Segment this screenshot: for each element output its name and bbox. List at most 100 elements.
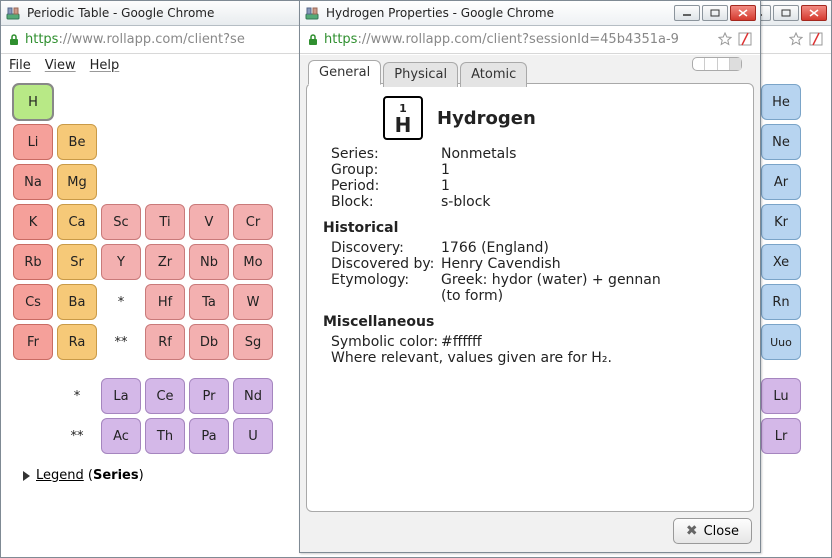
series-label: Series: <box>323 146 441 162</box>
element-Xe[interactable]: Xe <box>761 244 801 280</box>
element-Hf[interactable]: Hf <box>145 284 185 320</box>
popup-body: General Physical Atomic 1 H Hydrogen Ser… <box>300 55 760 552</box>
element-Ta[interactable]: Ta <box>189 284 229 320</box>
element-Lu[interactable]: Lu <box>761 378 801 414</box>
period-value: 1 <box>441 178 450 194</box>
block-label: Block: <box>323 194 441 210</box>
etymology-value: Greek: hydor (water) + gennan (to form) <box>441 272 661 304</box>
element-Ba[interactable]: Ba <box>57 284 97 320</box>
close-button[interactable] <box>730 5 756 21</box>
discovery-label: Discovery: <box>323 240 441 256</box>
element-Na[interactable]: Na <box>13 164 53 200</box>
lanthanide-row-marker: * <box>57 378 97 414</box>
extension-icon[interactable] <box>809 32 825 48</box>
extension-icon[interactable] <box>738 32 754 48</box>
element-Th[interactable]: Th <box>145 418 185 454</box>
maximize-button[interactable] <box>773 5 799 21</box>
popup-titlebar[interactable]: Hydrogen Properties - Google Chrome <box>300 1 760 26</box>
close-dialog-button[interactable]: ✖ Close <box>673 518 752 544</box>
element-Ce[interactable]: Ce <box>145 378 185 414</box>
maximize-button[interactable] <box>702 5 728 21</box>
popup-url[interactable]: https://www.rollapp.com/client?sessionId… <box>324 32 714 47</box>
element-Ac[interactable]: Ac <box>101 418 141 454</box>
popup-title: Hydrogen Properties - Google Chrome <box>326 6 674 20</box>
misc-note: Where relevant, values given are for H₂. <box>323 350 612 366</box>
popup-addressbar[interactable]: https://www.rollapp.com/client?sessionId… <box>300 26 760 54</box>
element-V[interactable]: V <box>189 204 229 240</box>
tabstrip: General Physical Atomic <box>308 59 529 84</box>
block-value: s-block <box>441 194 491 210</box>
element-Cr[interactable]: Cr <box>233 204 273 240</box>
discovery-value: 1766 (England) <box>441 240 549 256</box>
popup-window: Hydrogen Properties - Google Chrome http… <box>299 0 761 553</box>
discovered-by-label: Discovered by: <box>323 256 441 272</box>
element-Mo[interactable]: Mo <box>233 244 273 280</box>
lanthanide-marker: * <box>101 284 141 320</box>
element-Rn[interactable]: Rn <box>761 284 801 320</box>
color-value: #ffffff <box>441 334 482 350</box>
historical-heading: Historical <box>323 220 737 236</box>
menu-help[interactable]: Help <box>90 58 120 73</box>
element-H[interactable]: H <box>13 84 53 120</box>
tab-atomic[interactable]: Atomic <box>460 62 527 87</box>
series-value: Nonmetals <box>441 146 516 162</box>
element-La[interactable]: La <box>101 378 141 414</box>
actinide-marker: ** <box>101 324 141 360</box>
pager-widget[interactable] <box>692 57 742 71</box>
element-Rf[interactable]: Rf <box>145 324 185 360</box>
element-Ra[interactable]: Ra <box>57 324 97 360</box>
element-Zr[interactable]: Zr <box>145 244 185 280</box>
element-Rb[interactable]: Rb <box>13 244 53 280</box>
minimize-button[interactable] <box>674 5 700 21</box>
element-He[interactable]: He <box>761 84 801 120</box>
close-button[interactable] <box>801 5 827 21</box>
etymology-label: Etymology: <box>323 272 441 304</box>
element-box: 1 H <box>383 96 423 140</box>
bookmark-icon[interactable] <box>718 32 734 48</box>
element-Uuo[interactable]: Uuo <box>761 324 801 360</box>
element-Nd[interactable]: Nd <box>233 378 273 414</box>
menu-view[interactable]: View <box>45 58 76 73</box>
element-Li[interactable]: Li <box>13 124 53 160</box>
close-icon: ✖ <box>686 523 698 539</box>
element-Sg[interactable]: Sg <box>233 324 273 360</box>
element-K[interactable]: K <box>13 204 53 240</box>
tab-general[interactable]: General <box>308 60 381 85</box>
element-Ca[interactable]: Ca <box>57 204 97 240</box>
tab-physical[interactable]: Physical <box>383 62 458 87</box>
element-Ti[interactable]: Ti <box>145 204 185 240</box>
discovered-by-value: Henry Cavendish <box>441 256 561 272</box>
element-Sr[interactable]: Sr <box>57 244 97 280</box>
element-W[interactable]: W <box>233 284 273 320</box>
lock-icon <box>7 33 21 47</box>
element-Pr[interactable]: Pr <box>189 378 229 414</box>
element-Nb[interactable]: Nb <box>189 244 229 280</box>
element-Ar[interactable]: Ar <box>761 164 801 200</box>
element-Db[interactable]: Db <box>189 324 229 360</box>
bookmark-icon[interactable] <box>789 32 805 48</box>
element-Ne[interactable]: Ne <box>761 124 801 160</box>
element-symbol: H <box>395 115 412 135</box>
popup-window-controls <box>674 5 756 21</box>
group-value: 1 <box>441 162 450 178</box>
general-panel: 1 H Hydrogen Series:Nonmetals Group:1 Pe… <box>306 83 754 512</box>
element-Sc[interactable]: Sc <box>101 204 141 240</box>
chevron-right-icon <box>23 471 30 481</box>
element-Mg[interactable]: Mg <box>57 164 97 200</box>
period-label: Period: <box>323 178 441 194</box>
misc-heading: Miscellaneous <box>323 314 737 330</box>
app-icon <box>304 5 320 21</box>
element-Be[interactable]: Be <box>57 124 97 160</box>
element-name: Hydrogen <box>437 108 536 129</box>
element-Lr[interactable]: Lr <box>761 418 801 454</box>
color-label: Symbolic color: <box>323 334 441 350</box>
element-Kr[interactable]: Kr <box>761 204 801 240</box>
element-Pa[interactable]: Pa <box>189 418 229 454</box>
menu-file[interactable]: File <box>9 58 31 73</box>
element-Fr[interactable]: Fr <box>13 324 53 360</box>
element-Cs[interactable]: Cs <box>13 284 53 320</box>
lock-icon <box>306 33 320 47</box>
element-U[interactable]: U <box>233 418 273 454</box>
element-Y[interactable]: Y <box>101 244 141 280</box>
actinide-row-marker: ** <box>57 418 97 454</box>
